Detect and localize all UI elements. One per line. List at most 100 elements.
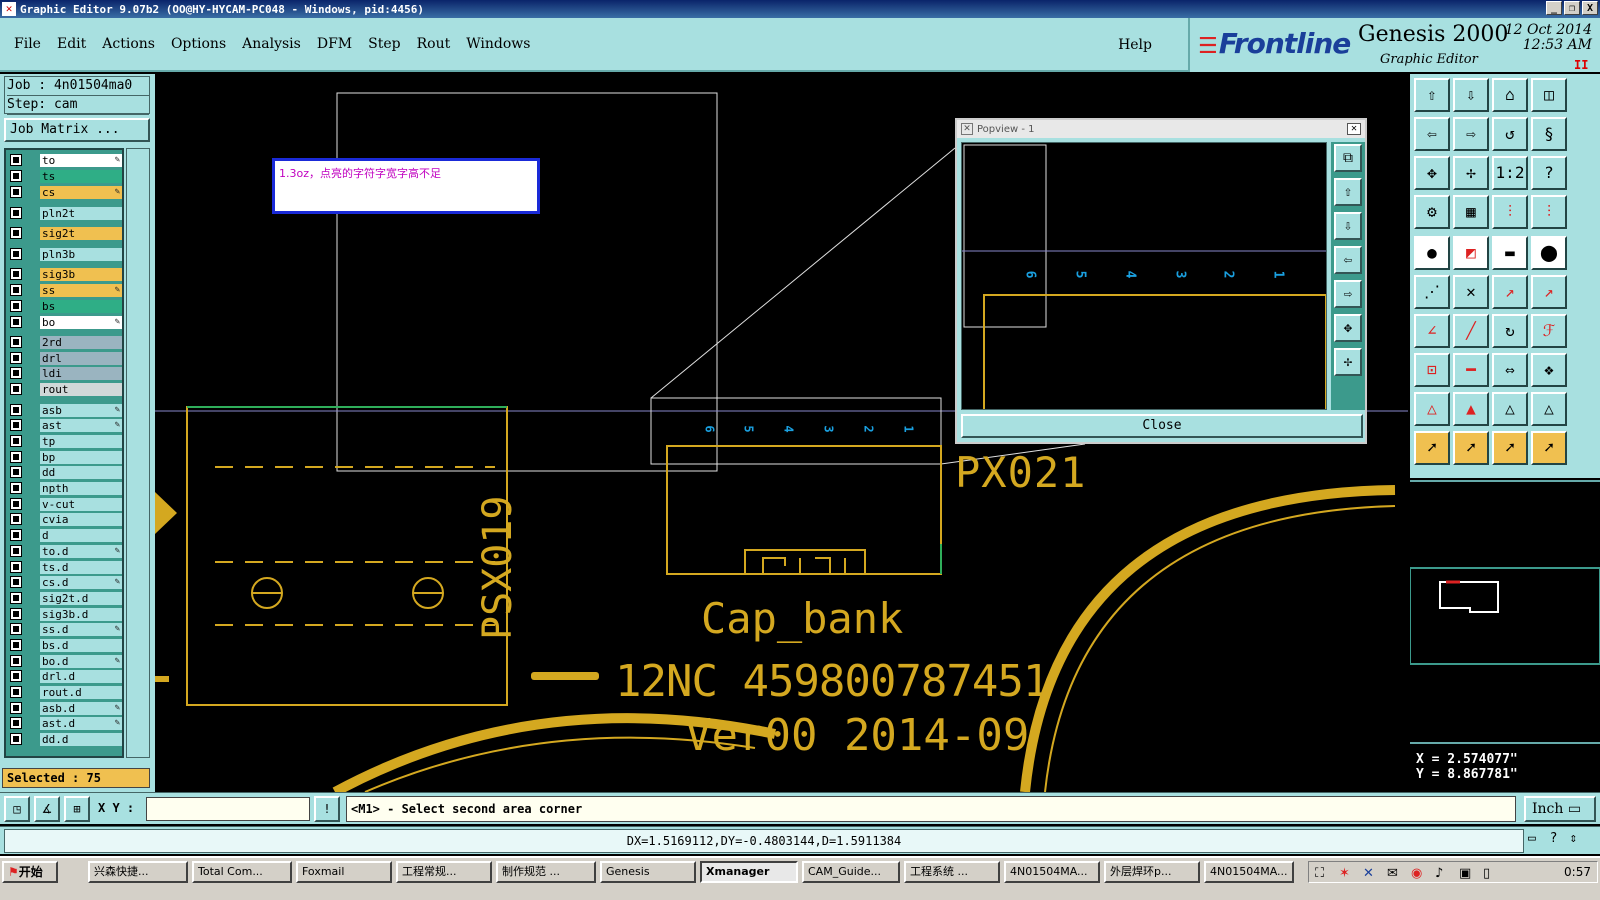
rotate-icon[interactable]: ∠ (1414, 314, 1450, 348)
layer-name[interactable]: ldi (40, 366, 122, 380)
layer-checkbox[interactable] (10, 686, 22, 698)
menu-analysis[interactable]: Analysis (242, 36, 301, 52)
layer-name[interactable]: ts.d (40, 560, 122, 574)
layer-checkbox[interactable] (10, 336, 22, 348)
layer-checkbox[interactable] (10, 623, 22, 635)
home-icon[interactable]: ⌂ (1492, 78, 1528, 112)
menu-edit[interactable]: Edit (57, 36, 86, 52)
pan-left-icon[interactable]: ⇦ (1414, 117, 1450, 151)
zoom-area-icon[interactable]: ✢ (1453, 156, 1489, 190)
layer-row[interactable]: sig3b.d (6, 607, 122, 621)
taskbar-item[interactable]: 制作规范 ... (496, 861, 596, 883)
text-icon[interactable]: ℱ (1531, 314, 1567, 348)
menu-step[interactable]: Step (368, 36, 400, 52)
tray-volume-icon[interactable]: ♪ (1435, 864, 1443, 884)
arc-icon[interactable]: ↻ (1492, 314, 1528, 348)
pad-icon[interactable]: ⊡ (1414, 353, 1450, 387)
layer-checkbox[interactable] (10, 451, 22, 463)
layer-checkbox[interactable] (10, 466, 22, 478)
move-icon[interactable]: ↗ (1492, 275, 1528, 309)
layer-row[interactable]: pln2t (6, 206, 122, 220)
select-multi-icon[interactable]: ➚ (1531, 431, 1567, 465)
minimize-button[interactable]: _ (1546, 1, 1562, 15)
layer-row[interactable]: to ✎ (6, 153, 122, 167)
layer-name[interactable]: cs.d (40, 575, 122, 589)
unit-selector[interactable]: Inch ▭ (1524, 796, 1596, 822)
layer-checkbox[interactable] (10, 284, 22, 296)
layer-checkbox[interactable] (10, 419, 22, 431)
tray-chat-icon[interactable]: ✉ (1387, 864, 1398, 884)
layer-checkbox[interactable] (10, 655, 22, 667)
layer-name[interactable]: 2rd (40, 335, 122, 349)
layer-name[interactable]: bo (40, 315, 122, 329)
layer-checkbox[interactable] (10, 435, 22, 447)
layer-checkbox[interactable] (10, 545, 22, 557)
layer-row[interactable]: 2rd (6, 335, 122, 349)
layer-checkbox[interactable] (10, 592, 22, 604)
layer-row[interactable]: tp (6, 434, 122, 448)
layer-checkbox[interactable] (10, 352, 22, 364)
measure-icon[interactable]: ⚙ (1414, 195, 1450, 229)
layer-name[interactable]: v-cut (40, 497, 122, 511)
layer-checkbox[interactable] (10, 482, 22, 494)
copy-icon[interactable]: ↗ (1531, 275, 1567, 309)
add-pad-icon[interactable]: ● (1414, 236, 1450, 270)
break-icon[interactable]: ━ (1453, 353, 1489, 387)
layer-name[interactable]: dd.d (40, 732, 122, 746)
layer-row[interactable]: drl.d (6, 669, 122, 683)
layer-row[interactable]: dd.d (6, 732, 122, 746)
pop-pan-down-icon[interactable]: ⇩ (1334, 212, 1362, 240)
layer-name[interactable]: bp (40, 450, 122, 464)
layer-name[interactable]: tp (40, 434, 122, 448)
delete-icon[interactable]: ✕ (1453, 275, 1489, 309)
taskbar-item[interactable]: CAM_Guide... (802, 861, 900, 883)
layer-checkbox[interactable] (10, 561, 22, 573)
zoom-prev-icon[interactable]: ◳ (4, 796, 30, 822)
layer-name[interactable]: cvia (40, 512, 122, 526)
taskbar-item[interactable]: 4N01504MA... (1204, 861, 1294, 883)
layer-name[interactable]: cs (40, 185, 122, 199)
taskbar-item[interactable]: Total Com... (192, 861, 292, 883)
taskbar-item[interactable]: 工程常规... (396, 861, 492, 883)
taskbar-item[interactable]: Genesis (600, 861, 696, 883)
layer-row[interactable]: cvia (6, 512, 122, 526)
layer-row[interactable]: dd (6, 465, 122, 479)
menu-rout[interactable]: Rout (417, 36, 451, 52)
layer-name[interactable]: ss.d (40, 622, 122, 636)
triangle-c-icon[interactable]: △ (1492, 392, 1528, 426)
select-net-icon[interactable]: ➚ (1492, 431, 1528, 465)
layer-row[interactable]: ast.d ✎ (6, 716, 122, 730)
pan-up-icon[interactable]: ⇧ (1414, 78, 1450, 112)
pop-zoom-fit-icon[interactable]: ✥ (1334, 314, 1362, 342)
layer-checkbox[interactable] (10, 639, 22, 651)
layer-row[interactable]: bs (6, 299, 122, 313)
popview-close-button[interactable]: Close (961, 414, 1363, 438)
job-matrix-button[interactable]: Job Matrix ... (4, 118, 150, 142)
layer-checkbox[interactable] (10, 498, 22, 510)
layer-row[interactable]: ts.d (6, 560, 122, 574)
layer-row[interactable]: bo ✎ (6, 315, 122, 329)
layer-row[interactable]: npth (6, 481, 122, 495)
layer-name[interactable]: asb (40, 403, 122, 417)
layer-checkbox[interactable] (10, 608, 22, 620)
layer-name[interactable]: bo.d (40, 654, 122, 668)
layer-checkbox[interactable] (10, 248, 22, 260)
add-line-icon[interactable]: ◩ (1453, 236, 1489, 270)
layer-name[interactable]: ast (40, 418, 122, 432)
overview-window[interactable] (1409, 480, 1600, 744)
popview-close-icon[interactable]: ✕ (1347, 123, 1361, 135)
layer-checkbox[interactable] (10, 717, 22, 729)
layer-checkbox[interactable] (10, 529, 22, 541)
layer-checkbox[interactable] (10, 702, 22, 714)
taskbar-item[interactable]: 4N01504MA... (1004, 861, 1100, 883)
layer-row[interactable]: ts (6, 169, 122, 183)
snap-icon[interactable]: § (1531, 117, 1567, 151)
layer-name[interactable]: asb.d (40, 701, 122, 715)
drc-icon[interactable]: ⫶ (1492, 195, 1528, 229)
taskbar-item[interactable]: Foxmail (296, 861, 392, 883)
menu-windows[interactable]: Windows (466, 36, 530, 52)
layer-checkbox[interactable] (10, 154, 22, 166)
layer-name[interactable]: pln3b (40, 247, 122, 261)
tray-network-icon[interactable]: ⛶ (1315, 864, 1324, 884)
layer-checkbox[interactable] (10, 268, 22, 280)
